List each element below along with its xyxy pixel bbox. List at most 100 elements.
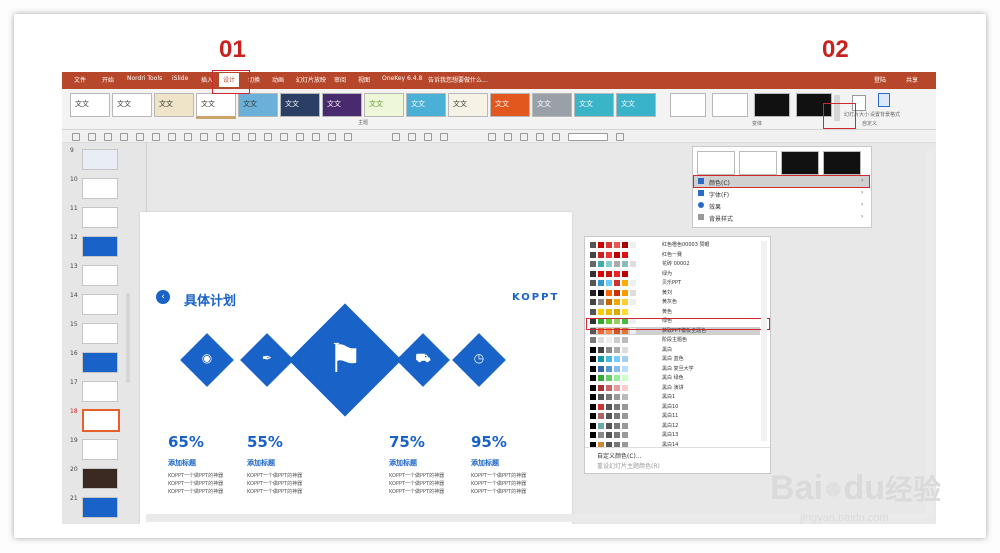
format-background-icon[interactable] bbox=[878, 93, 890, 107]
toolbar-icon[interactable] bbox=[120, 133, 128, 141]
custom-colors-item[interactable]: 自定义颜色(C)... bbox=[597, 451, 642, 460]
theme-13[interactable]: 文文 bbox=[574, 93, 614, 117]
theme-9[interactable]: 文文 bbox=[406, 93, 446, 117]
slide-thumbnail-11[interactable] bbox=[82, 207, 118, 228]
toolbar-icon[interactable] bbox=[616, 133, 624, 141]
toolbar-icon[interactable] bbox=[152, 133, 160, 141]
toolbar-icon[interactable] bbox=[264, 133, 272, 141]
color-scheme-item[interactable]: 黄刘 bbox=[590, 289, 760, 297]
slide-thumbnail-21[interactable] bbox=[82, 497, 118, 518]
color-scheme-item[interactable]: 绿为 bbox=[590, 270, 760, 278]
color-scheme-item[interactable]: 黑白 复旦大学 bbox=[590, 365, 760, 373]
variant-3[interactable] bbox=[754, 93, 790, 117]
toolbar-icon[interactable] bbox=[216, 133, 224, 141]
toolbar-icon[interactable] bbox=[344, 133, 352, 141]
color-scheme-item[interactable]: 阶段主题色 bbox=[590, 336, 760, 344]
slide-thumbnail-14[interactable] bbox=[82, 294, 118, 315]
tab-animations[interactable]: 动画 bbox=[272, 75, 284, 84]
theme-4[interactable]: 文文 bbox=[196, 93, 236, 119]
theme-14[interactable]: 文文 bbox=[616, 93, 656, 117]
variant-preview[interactable] bbox=[697, 151, 735, 175]
toolbar-icon[interactable] bbox=[392, 133, 400, 141]
theme-2[interactable]: 文文 bbox=[112, 93, 152, 117]
color-scheme-item[interactable]: 黑白 bbox=[590, 346, 760, 354]
color-scheme-item[interactable]: 黑白 演讲 bbox=[590, 384, 760, 392]
toolbar-icon[interactable] bbox=[328, 133, 336, 141]
slide-thumbnail-15[interactable] bbox=[82, 323, 118, 344]
toolbar-icon[interactable] bbox=[232, 133, 240, 141]
variant-preview[interactable] bbox=[781, 151, 819, 175]
tab-nordri[interactable]: Nordri Tools bbox=[127, 75, 162, 82]
toolbar-icon[interactable] bbox=[72, 133, 80, 141]
theme-8[interactable]: 文文 bbox=[364, 93, 404, 117]
slide-thumbnail-9[interactable] bbox=[82, 149, 118, 170]
toolbar-icon[interactable] bbox=[168, 133, 176, 141]
toolbar-icon[interactable] bbox=[488, 133, 496, 141]
slide-thumbnail-13[interactable] bbox=[82, 265, 118, 286]
toolbar-icon[interactable] bbox=[280, 133, 288, 141]
variant-preview[interactable] bbox=[823, 151, 861, 175]
toolbar-icon[interactable] bbox=[184, 133, 192, 141]
toolbar-icon[interactable] bbox=[440, 133, 448, 141]
tab-review[interactable]: 审阅 bbox=[334, 75, 346, 84]
theme-12[interactable]: 文文 bbox=[532, 93, 572, 117]
slide-thumbnail-17[interactable] bbox=[82, 381, 118, 402]
variant-1[interactable] bbox=[670, 93, 706, 117]
color-scheme-item[interactable]: 黑白10 bbox=[590, 403, 760, 411]
slide-thumbnail-18[interactable] bbox=[82, 409, 120, 432]
color-scheme-item[interactable]: 黑白11 bbox=[590, 412, 760, 420]
color-scheme-item[interactable]: 红色一赛 bbox=[590, 251, 760, 259]
reset-colors-item[interactable]: 重设幻灯片主题颜色(R) bbox=[597, 461, 660, 470]
theme-7[interactable]: 文文 bbox=[322, 93, 362, 117]
tab-onekey[interactable]: OneKey 6.4.8 bbox=[382, 75, 422, 82]
color-menu-scrollbar[interactable] bbox=[761, 241, 767, 441]
slide-thumbnail-10[interactable] bbox=[82, 178, 118, 199]
color-scheme-item[interactable]: 花砖 00002 bbox=[590, 260, 760, 268]
slide-thumbnail-20[interactable] bbox=[82, 468, 118, 489]
slide-thumbnail-19[interactable] bbox=[82, 439, 118, 460]
toolbar-icon[interactable] bbox=[136, 133, 144, 141]
toolbar-icon[interactable] bbox=[296, 133, 304, 141]
menu-item-fonts[interactable]: 字体(F) bbox=[709, 190, 729, 199]
tab-slideshow[interactable]: 幻灯片放映 bbox=[296, 75, 326, 84]
format-background-button[interactable]: 设置背景格式 bbox=[870, 111, 900, 118]
tab-view[interactable]: 视图 bbox=[358, 75, 370, 84]
color-scheme-item[interactable]: 黑白13 bbox=[590, 431, 760, 439]
toolbar-icon[interactable] bbox=[200, 133, 208, 141]
toolbar-icon[interactable] bbox=[504, 133, 512, 141]
color-scheme-item[interactable]: 贝乐PPT bbox=[590, 279, 760, 287]
share-button[interactable]: 共享 bbox=[906, 75, 918, 84]
color-scheme-item[interactable]: 黄色 bbox=[590, 308, 760, 316]
color-scheme-item[interactable]: 黑白12 bbox=[590, 422, 760, 430]
menu-item-background[interactable]: 背景样式 bbox=[709, 214, 733, 223]
color-scheme-item[interactable]: 红色橙色00003 赞眼 bbox=[590, 241, 760, 249]
toolbar-icon[interactable] bbox=[536, 133, 544, 141]
toolbar-icon[interactable] bbox=[424, 133, 432, 141]
tell-me-search[interactable]: 告诉我您想要做什么... bbox=[428, 75, 488, 84]
toolbar-dropdown[interactable] bbox=[568, 133, 608, 141]
toolbar-icon[interactable] bbox=[104, 133, 112, 141]
color-scheme-item[interactable]: 黑白 蓝色 bbox=[590, 355, 760, 363]
theme-10[interactable]: 文文 bbox=[448, 93, 488, 117]
theme-11[interactable]: 文文 bbox=[490, 93, 530, 117]
variant-preview[interactable] bbox=[739, 151, 777, 175]
main-slide[interactable]: ‹ 具体计划 KOPPT ◉ ✒ ⚑ ⛟ ◷ 65% 添加标题 KOPPT一个做… bbox=[140, 212, 572, 524]
theme-3[interactable]: 文文 bbox=[154, 93, 194, 117]
toolbar-icon[interactable] bbox=[552, 133, 560, 141]
login-link[interactable]: 登陆 bbox=[874, 75, 886, 84]
slide-thumbnail-12[interactable] bbox=[82, 236, 118, 257]
theme-5[interactable]: 文文 bbox=[238, 93, 278, 117]
tab-islide[interactable]: iSlide bbox=[172, 75, 188, 82]
toolbar-icon[interactable] bbox=[520, 133, 528, 141]
color-scheme-item[interactable]: 黑白 绿色 bbox=[590, 374, 760, 382]
slide-thumbnail-16[interactable] bbox=[82, 352, 118, 373]
theme-6[interactable]: 文文 bbox=[280, 93, 320, 117]
toolbar-icon[interactable] bbox=[408, 133, 416, 141]
toolbar-icon[interactable] bbox=[248, 133, 256, 141]
tab-home[interactable]: 开始 bbox=[102, 75, 114, 84]
color-scheme-item[interactable]: 黑白1 bbox=[590, 393, 760, 401]
toolbar-icon[interactable] bbox=[312, 133, 320, 141]
theme-office[interactable]: 文文 bbox=[70, 93, 110, 117]
menu-item-effects[interactable]: 效果 bbox=[709, 202, 721, 211]
tab-file[interactable]: 文件 bbox=[74, 75, 86, 84]
